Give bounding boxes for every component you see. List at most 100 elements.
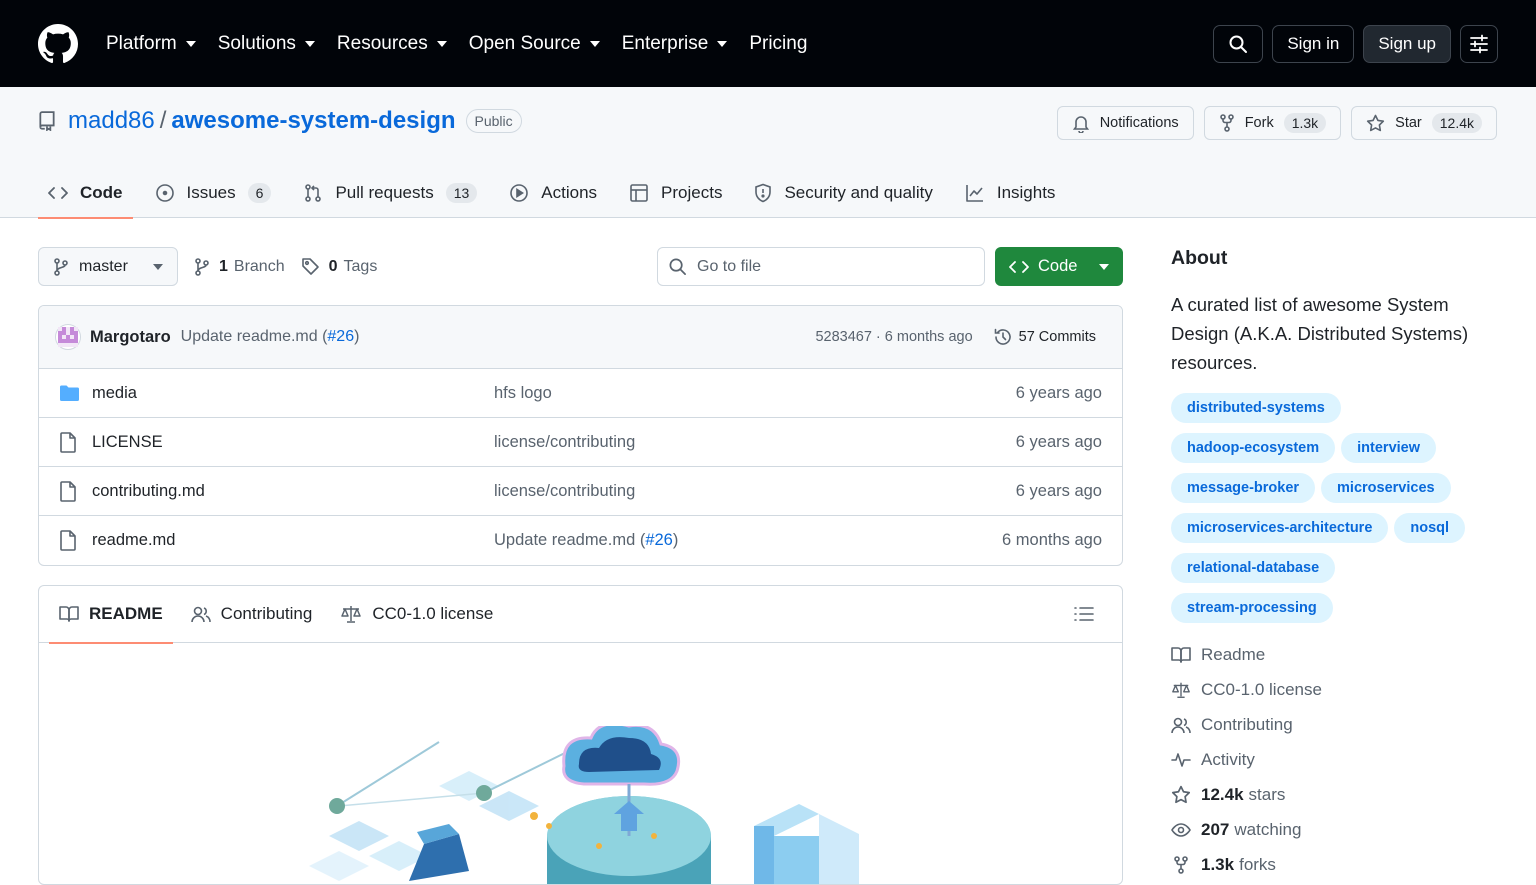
code-button-label: Code bbox=[1038, 257, 1078, 275]
file-name-link[interactable]: readme.md bbox=[92, 531, 494, 550]
branch-select[interactable]: master bbox=[38, 247, 178, 286]
table-row[interactable]: media hfs logo 6 years ago bbox=[39, 369, 1122, 418]
people-icon bbox=[1171, 717, 1191, 733]
repo-description: A curated list of awesome System Design … bbox=[1171, 294, 1469, 373]
sign-up-button[interactable]: Sign up bbox=[1363, 24, 1451, 63]
branches-link[interactable]: 1 Branch bbox=[194, 258, 285, 276]
readme-link-label: Readme bbox=[1201, 644, 1266, 664]
file-commit-pr-link[interactable]: #26 bbox=[645, 531, 673, 549]
file-name-link[interactable]: LICENSE bbox=[92, 433, 494, 452]
activity-link-label: Activity bbox=[1201, 749, 1255, 769]
commit-author[interactable]: Margotaro bbox=[90, 328, 171, 347]
topics-list: distributed-systems hadoop-ecosystem inter… bbox=[1171, 393, 1497, 623]
license-link[interactable]: CC0-1.0 license bbox=[1171, 672, 1497, 707]
file-icon bbox=[60, 530, 76, 551]
tab-license[interactable]: CC0-1.0 license bbox=[330, 586, 503, 643]
repo-name-link[interactable]: awesome-system-design bbox=[171, 107, 455, 135]
file-commit-text: hfs logo bbox=[494, 383, 552, 402]
watching-link[interactable]: 207 watching bbox=[1171, 812, 1497, 847]
tab-actions[interactable]: Actions bbox=[499, 183, 607, 218]
file-name-link[interactable]: contributing.md bbox=[92, 482, 494, 501]
nav-resources[interactable]: Resources bbox=[337, 33, 447, 55]
global-menu-button[interactable] bbox=[1460, 24, 1498, 63]
nav-solutions[interactable]: Solutions bbox=[218, 33, 315, 55]
fork-icon bbox=[1219, 114, 1234, 132]
list-unordered-icon[interactable] bbox=[1074, 605, 1094, 623]
go-to-file-input[interactable]: Go to file bbox=[657, 247, 985, 286]
nav-platform[interactable]: Platform bbox=[106, 33, 196, 55]
topic-tag[interactable]: distributed-systems bbox=[1171, 393, 1341, 423]
search-button[interactable] bbox=[1213, 24, 1264, 63]
commit-meta[interactable]: 5283467 · 6 months ago bbox=[815, 329, 972, 345]
star-label: Star bbox=[1395, 115, 1422, 131]
topic-tag[interactable]: relational-database bbox=[1171, 553, 1336, 583]
play-icon bbox=[510, 184, 529, 202]
visibility-badge: Public bbox=[465, 109, 522, 133]
nav-pricing[interactable]: Pricing bbox=[749, 33, 807, 55]
notifications-button[interactable]: Notifications bbox=[1056, 106, 1194, 140]
tags-link[interactable]: 0 Tags bbox=[301, 257, 377, 276]
topic-tag[interactable]: microservices-architecture bbox=[1171, 513, 1389, 543]
table-row[interactable]: contributing.md license/contributing 6 yea… bbox=[39, 467, 1122, 516]
book-icon bbox=[1171, 646, 1191, 663]
commit-pr-link[interactable]: #26 bbox=[327, 328, 354, 345]
tab-insights[interactable]: Insights bbox=[955, 183, 1066, 218]
table-row[interactable]: LICENSE license/contributing 6 years ago bbox=[39, 418, 1122, 467]
commit-message[interactable]: Update readme.md (#26) bbox=[181, 328, 360, 346]
issue-icon bbox=[155, 184, 174, 202]
readme-link[interactable]: Readme bbox=[1171, 637, 1497, 672]
commits-link[interactable]: 57 Commits bbox=[993, 327, 1096, 347]
issues-count: 6 bbox=[247, 183, 272, 203]
watching-count: 207 bbox=[1201, 819, 1230, 839]
avatar[interactable] bbox=[55, 324, 81, 350]
topic-tag[interactable]: hadoop-ecosystem bbox=[1171, 433, 1336, 463]
file-commit-message[interactable]: Update readme.md (#26) bbox=[494, 531, 1002, 550]
file-name-link[interactable]: media bbox=[92, 384, 494, 403]
main-content: master 1 Branch 0 Tags Go to file Code M… bbox=[38, 247, 1123, 885]
star-icon bbox=[1171, 785, 1191, 804]
tab-readme[interactable]: README bbox=[49, 586, 173, 644]
sign-in-button[interactable]: Sign in bbox=[1272, 24, 1355, 63]
commits-count: 57 Commits bbox=[1018, 329, 1096, 345]
fork-button[interactable]: Fork 1.3k bbox=[1203, 106, 1342, 140]
tab-security[interactable]: Security and quality bbox=[744, 183, 942, 218]
about-heading: About bbox=[1171, 247, 1228, 269]
file-commit-message[interactable]: hfs logo bbox=[494, 384, 1016, 403]
chevron-down-icon bbox=[436, 40, 447, 47]
tab-code[interactable]: Code bbox=[38, 183, 133, 219]
sliders-icon bbox=[1470, 34, 1488, 53]
tab-pull-requests[interactable]: Pull requests 13 bbox=[293, 183, 487, 218]
commit-message-end: ) bbox=[354, 328, 360, 345]
tab-projects[interactable]: Projects bbox=[619, 183, 732, 218]
nav-open-source[interactable]: Open Source bbox=[469, 33, 600, 55]
topic-tag[interactable]: interview bbox=[1341, 433, 1437, 463]
file-commit-message[interactable]: license/contributing bbox=[494, 482, 1016, 501]
forks-link[interactable]: 1.3k forks bbox=[1171, 847, 1497, 882]
code-dropdown-button[interactable]: Code bbox=[995, 247, 1123, 286]
topic-tag[interactable]: message-broker bbox=[1171, 473, 1316, 503]
activity-link[interactable]: Activity bbox=[1171, 742, 1497, 777]
file-list: Margotaro Update readme.md (#26) 5283467… bbox=[38, 305, 1123, 566]
tab-contributing[interactable]: Contributing bbox=[181, 586, 323, 643]
topic-tag[interactable]: stream-processing bbox=[1171, 593, 1333, 623]
readme-tab-label: README bbox=[89, 604, 163, 623]
topic-tag[interactable]: microservices bbox=[1321, 473, 1451, 503]
stars-count: 12.4k bbox=[1201, 784, 1244, 804]
contributing-link[interactable]: Contributing bbox=[1171, 707, 1497, 742]
github-logo-icon[interactable] bbox=[38, 23, 78, 64]
table-row[interactable]: readme.md Update readme.md (#26) 6 months … bbox=[39, 516, 1122, 565]
file-commit-age: 6 months ago bbox=[1002, 531, 1102, 549]
nav-enterprise[interactable]: Enterprise bbox=[622, 33, 728, 55]
topic-tag[interactable]: nosql bbox=[1394, 513, 1466, 543]
star-button[interactable]: Star 12.4k bbox=[1351, 106, 1497, 140]
repo-owner-link[interactable]: madd86 bbox=[68, 107, 155, 135]
file-commit-message[interactable]: license/contributing bbox=[494, 433, 1016, 452]
file-type-icon bbox=[59, 530, 80, 551]
stars-link[interactable]: 12.4k stars bbox=[1171, 777, 1497, 812]
chevron-down-icon bbox=[1099, 263, 1109, 270]
about-sidebar: About A curated list of awesome System D… bbox=[1171, 247, 1497, 882]
tab-issues[interactable]: Issues 6 bbox=[145, 183, 282, 218]
law-icon bbox=[1172, 682, 1190, 698]
tab-label: Insights bbox=[996, 183, 1056, 202]
repo-meta-links: Readme CC0-1.0 license Contributing Acti… bbox=[1171, 637, 1497, 882]
